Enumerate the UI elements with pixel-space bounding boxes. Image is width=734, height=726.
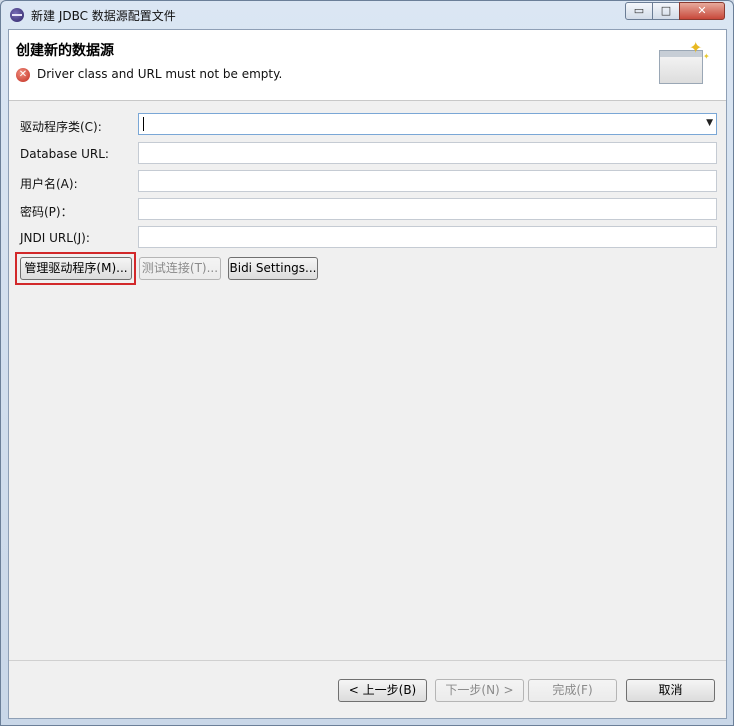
username-input[interactable] — [139, 171, 716, 191]
username-label: 用户名(A): — [20, 177, 78, 191]
manage-drivers-button[interactable]: 管理驱动程序(M)... — [20, 257, 132, 280]
driver-class-combo[interactable]: ▼ — [138, 113, 717, 135]
title-bar[interactable]: 新建 JDBC 数据源配置文件 ▭ □ ✕ — [1, 1, 733, 29]
password-field[interactable] — [138, 198, 717, 220]
jndi-url-label: JNDI URL(J): — [20, 231, 90, 245]
wizard-banner-icon: ✦ ✦ — [655, 38, 715, 92]
minimize-button[interactable]: ▭ — [625, 2, 653, 20]
maximize-icon: □ — [660, 4, 672, 17]
jndi-url-field[interactable] — [138, 226, 717, 248]
dialog-content: 创建新的数据源 ✕ Driver class and URL must not … — [8, 29, 727, 719]
window-title: 新建 JDBC 数据源配置文件 — [31, 9, 176, 23]
close-button[interactable]: ✕ — [679, 2, 725, 20]
bidi-settings-button[interactable]: Bidi Settings... — [228, 257, 318, 280]
driver-class-label: 驱动程序类(C): — [20, 120, 102, 134]
eclipse-icon — [10, 8, 24, 22]
minimize-icon: ▭ — [633, 4, 645, 17]
error-icon: ✕ — [16, 68, 30, 82]
database-url-label: Database URL: — [20, 147, 109, 161]
dialog-window: 新建 JDBC 数据源配置文件 ▭ □ ✕ 创建新的数据源 ✕ Driver c… — [0, 0, 734, 726]
test-connection-button[interactable]: 测试连接(T)... — [139, 257, 221, 280]
back-button[interactable]: < 上一步(B) — [338, 679, 427, 702]
password-input[interactable] — [139, 199, 716, 219]
username-field[interactable] — [138, 170, 717, 192]
page-title: 创建新的数据源 — [16, 43, 114, 59]
database-url-input[interactable] — [139, 143, 716, 163]
close-icon: ✕ — [697, 4, 707, 17]
maximize-button[interactable]: □ — [652, 2, 680, 20]
footer-divider — [9, 660, 726, 661]
next-button[interactable]: 下一步(N) > — [435, 679, 524, 702]
database-url-field[interactable] — [138, 142, 717, 164]
cancel-button[interactable]: 取消 — [626, 679, 715, 702]
jndi-url-input[interactable] — [139, 227, 716, 247]
error-message: Driver class and URL must not be empty. — [37, 67, 283, 81]
password-label: 密码(P)： — [20, 205, 73, 219]
text-cursor — [143, 117, 144, 131]
chevron-down-icon[interactable]: ▼ — [706, 118, 713, 128]
finish-button[interactable]: 完成(F) — [528, 679, 617, 702]
wizard-header: 创建新的数据源 ✕ Driver class and URL must not … — [9, 30, 726, 101]
